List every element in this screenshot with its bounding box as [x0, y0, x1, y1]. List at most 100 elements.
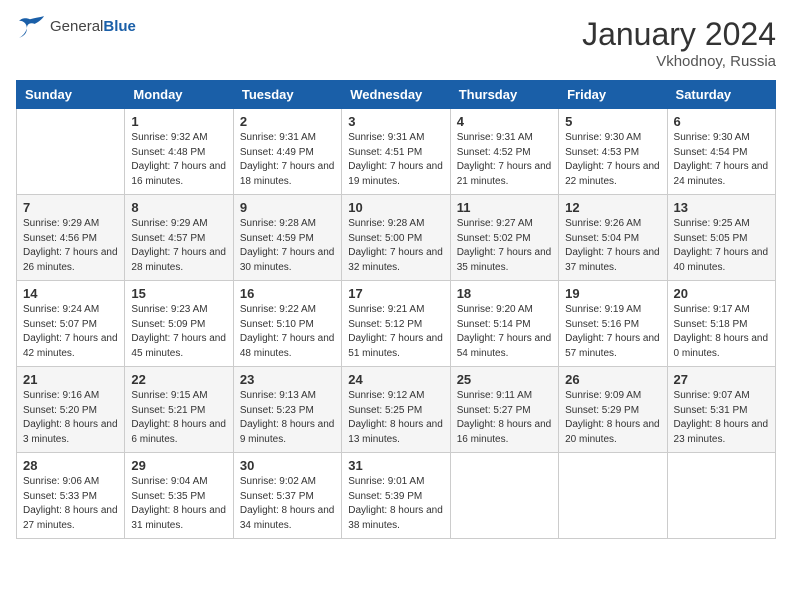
- daylight-label: Daylight: 8 hours and 16 minutes.: [457, 419, 552, 445]
- day-number: 18: [457, 286, 552, 301]
- cell-content: Sunrise: 9:07 AM Sunset: 5:31 PM Dayligh…: [674, 389, 769, 447]
- day-of-week-header: Wednesday: [342, 81, 450, 109]
- calendar-cell: 4 Sunrise: 9:31 AM Sunset: 4:52 PM Dayli…: [450, 109, 558, 195]
- sunrise-label: Sunrise: 9:15 AM: [131, 390, 207, 401]
- cell-content: Sunrise: 9:21 AM Sunset: 5:12 PM Dayligh…: [348, 303, 443, 361]
- sunrise-label: Sunrise: 9:26 AM: [565, 218, 641, 229]
- daylight-label: Daylight: 7 hours and 18 minutes.: [240, 161, 335, 187]
- day-number: 30: [240, 458, 335, 473]
- day-number: 14: [23, 286, 118, 301]
- calendar-cell: 22 Sunrise: 9:15 AM Sunset: 5:21 PM Dayl…: [125, 367, 233, 453]
- day-of-week-header: Saturday: [667, 81, 775, 109]
- sunset-label: Sunset: 4:52 PM: [457, 147, 531, 158]
- daylight-label: Daylight: 8 hours and 20 minutes.: [565, 419, 660, 445]
- sunrise-label: Sunrise: 9:31 AM: [348, 132, 424, 143]
- day-number: 25: [457, 372, 552, 387]
- sunset-label: Sunset: 5:05 PM: [674, 233, 748, 244]
- logo-bird-icon: [16, 16, 44, 38]
- cell-content: Sunrise: 9:29 AM Sunset: 4:56 PM Dayligh…: [23, 217, 118, 275]
- calendar-week-row: 14 Sunrise: 9:24 AM Sunset: 5:07 PM Dayl…: [17, 281, 776, 367]
- sunrise-label: Sunrise: 9:31 AM: [240, 132, 316, 143]
- calendar-week-row: 1 Sunrise: 9:32 AM Sunset: 4:48 PM Dayli…: [17, 109, 776, 195]
- sunrise-label: Sunrise: 9:13 AM: [240, 390, 316, 401]
- sunrise-label: Sunrise: 9:16 AM: [23, 390, 99, 401]
- sunrise-label: Sunrise: 9:12 AM: [348, 390, 424, 401]
- daylight-label: Daylight: 8 hours and 6 minutes.: [131, 419, 226, 445]
- daylight-label: Daylight: 7 hours and 26 minutes.: [23, 247, 118, 273]
- sunrise-label: Sunrise: 9:06 AM: [23, 476, 99, 487]
- calendar-cell: [450, 453, 558, 539]
- sunset-label: Sunset: 5:07 PM: [23, 319, 97, 330]
- calendar-cell: 15 Sunrise: 9:23 AM Sunset: 5:09 PM Dayl…: [125, 281, 233, 367]
- sunset-label: Sunset: 5:37 PM: [240, 491, 314, 502]
- daylight-label: Daylight: 8 hours and 9 minutes.: [240, 419, 335, 445]
- cell-content: Sunrise: 9:23 AM Sunset: 5:09 PM Dayligh…: [131, 303, 226, 361]
- cell-content: Sunrise: 9:28 AM Sunset: 4:59 PM Dayligh…: [240, 217, 335, 275]
- calendar-cell: 5 Sunrise: 9:30 AM Sunset: 4:53 PM Dayli…: [559, 109, 667, 195]
- day-number: 17: [348, 286, 443, 301]
- logo-text: GeneralBlue: [50, 18, 136, 36]
- sunset-label: Sunset: 5:39 PM: [348, 491, 422, 502]
- cell-content: Sunrise: 9:31 AM Sunset: 4:52 PM Dayligh…: [457, 131, 552, 189]
- day-number: 23: [240, 372, 335, 387]
- page-header: GeneralBlue January 2024 Vkhodnoy, Russi…: [16, 16, 776, 70]
- calendar-cell: 10 Sunrise: 9:28 AM Sunset: 5:00 PM Dayl…: [342, 195, 450, 281]
- cell-content: Sunrise: 9:28 AM Sunset: 5:00 PM Dayligh…: [348, 217, 443, 275]
- daylight-label: Daylight: 8 hours and 38 minutes.: [348, 505, 443, 531]
- cell-content: Sunrise: 9:09 AM Sunset: 5:29 PM Dayligh…: [565, 389, 660, 447]
- calendar-cell: 11 Sunrise: 9:27 AM Sunset: 5:02 PM Dayl…: [450, 195, 558, 281]
- day-number: 1: [131, 114, 226, 129]
- daylight-label: Daylight: 7 hours and 35 minutes.: [457, 247, 552, 273]
- day-number: 20: [674, 286, 769, 301]
- cell-content: Sunrise: 9:27 AM Sunset: 5:02 PM Dayligh…: [457, 217, 552, 275]
- day-number: 22: [131, 372, 226, 387]
- calendar-cell: 8 Sunrise: 9:29 AM Sunset: 4:57 PM Dayli…: [125, 195, 233, 281]
- sunset-label: Sunset: 5:35 PM: [131, 491, 205, 502]
- sunrise-label: Sunrise: 9:30 AM: [674, 132, 750, 143]
- day-number: 10: [348, 200, 443, 215]
- daylight-label: Daylight: 7 hours and 28 minutes.: [131, 247, 226, 273]
- calendar-cell: 29 Sunrise: 9:04 AM Sunset: 5:35 PM Dayl…: [125, 453, 233, 539]
- calendar-cell: 18 Sunrise: 9:20 AM Sunset: 5:14 PM Dayl…: [450, 281, 558, 367]
- sunrise-label: Sunrise: 9:29 AM: [23, 218, 99, 229]
- cell-content: Sunrise: 9:17 AM Sunset: 5:18 PM Dayligh…: [674, 303, 769, 361]
- cell-content: Sunrise: 9:13 AM Sunset: 5:23 PM Dayligh…: [240, 389, 335, 447]
- calendar-cell: 3 Sunrise: 9:31 AM Sunset: 4:51 PM Dayli…: [342, 109, 450, 195]
- sunrise-label: Sunrise: 9:27 AM: [457, 218, 533, 229]
- sunrise-label: Sunrise: 9:20 AM: [457, 304, 533, 315]
- day-number: 28: [23, 458, 118, 473]
- day-number: 12: [565, 200, 660, 215]
- sunset-label: Sunset: 5:12 PM: [348, 319, 422, 330]
- calendar-cell: [559, 453, 667, 539]
- daylight-label: Daylight: 8 hours and 0 minutes.: [674, 333, 769, 359]
- sunset-label: Sunset: 5:20 PM: [23, 405, 97, 416]
- daylight-label: Daylight: 8 hours and 23 minutes.: [674, 419, 769, 445]
- sunset-label: Sunset: 5:16 PM: [565, 319, 639, 330]
- day-number: 2: [240, 114, 335, 129]
- calendar-cell: 24 Sunrise: 9:12 AM Sunset: 5:25 PM Dayl…: [342, 367, 450, 453]
- sunset-label: Sunset: 4:51 PM: [348, 147, 422, 158]
- calendar-cell: 30 Sunrise: 9:02 AM Sunset: 5:37 PM Dayl…: [233, 453, 341, 539]
- sunset-label: Sunset: 4:56 PM: [23, 233, 97, 244]
- day-number: 31: [348, 458, 443, 473]
- daylight-label: Daylight: 7 hours and 32 minutes.: [348, 247, 443, 273]
- sunrise-label: Sunrise: 9:31 AM: [457, 132, 533, 143]
- cell-content: Sunrise: 9:19 AM Sunset: 5:16 PM Dayligh…: [565, 303, 660, 361]
- cell-content: Sunrise: 9:30 AM Sunset: 4:54 PM Dayligh…: [674, 131, 769, 189]
- calendar-cell: 2 Sunrise: 9:31 AM Sunset: 4:49 PM Dayli…: [233, 109, 341, 195]
- day-number: 9: [240, 200, 335, 215]
- sunset-label: Sunset: 4:59 PM: [240, 233, 314, 244]
- logo-general: General: [50, 18, 103, 35]
- calendar-title: January 2024: [582, 16, 776, 53]
- title-block: January 2024 Vkhodnoy, Russia: [582, 16, 776, 70]
- calendar-cell: 16 Sunrise: 9:22 AM Sunset: 5:10 PM Dayl…: [233, 281, 341, 367]
- cell-content: Sunrise: 9:29 AM Sunset: 4:57 PM Dayligh…: [131, 217, 226, 275]
- day-number: 21: [23, 372, 118, 387]
- cell-content: Sunrise: 9:16 AM Sunset: 5:20 PM Dayligh…: [23, 389, 118, 447]
- calendar-cell: 7 Sunrise: 9:29 AM Sunset: 4:56 PM Dayli…: [17, 195, 125, 281]
- cell-content: Sunrise: 9:24 AM Sunset: 5:07 PM Dayligh…: [23, 303, 118, 361]
- daylight-label: Daylight: 8 hours and 3 minutes.: [23, 419, 118, 445]
- sunset-label: Sunset: 4:49 PM: [240, 147, 314, 158]
- day-of-week-header: Sunday: [17, 81, 125, 109]
- cell-content: Sunrise: 9:04 AM Sunset: 5:35 PM Dayligh…: [131, 475, 226, 533]
